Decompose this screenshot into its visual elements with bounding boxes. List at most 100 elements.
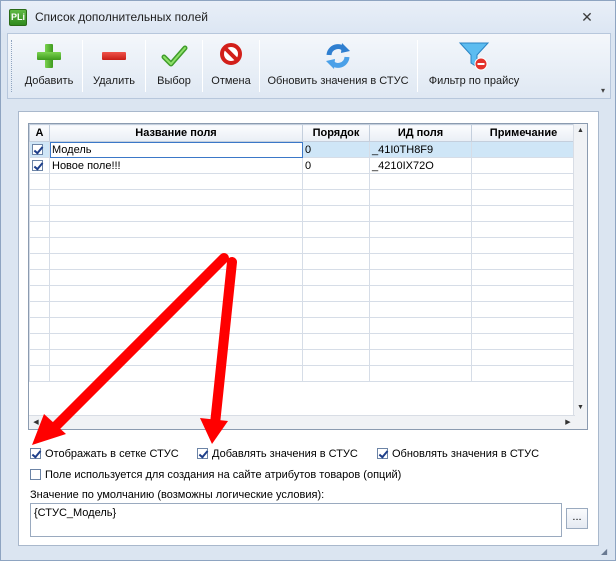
table-row[interactable] — [29, 317, 576, 334]
cell-order[interactable] — [302, 173, 370, 190]
cell-active[interactable] — [29, 269, 50, 286]
row-active-checkbox[interactable] — [32, 160, 43, 172]
cell-active[interactable] — [29, 365, 50, 382]
cell-name[interactable] — [49, 285, 303, 302]
update-values-checkbox[interactable] — [377, 448, 388, 459]
cell-id[interactable]: _4210IX72O — [369, 157, 472, 174]
cell-active[interactable] — [29, 189, 50, 206]
cell-active[interactable] — [29, 333, 50, 350]
cell-name[interactable] — [49, 205, 303, 222]
cell-id[interactable] — [369, 365, 472, 382]
cell-active[interactable] — [29, 221, 50, 238]
scroll-left-icon[interactable]: ◀ — [29, 416, 43, 429]
cell-note[interactable] — [471, 173, 576, 190]
cell-id[interactable] — [369, 221, 472, 238]
cell-note[interactable] — [471, 221, 576, 238]
cell-order[interactable] — [302, 349, 370, 366]
cell-id[interactable] — [369, 269, 472, 286]
fields-grid[interactable]: А Название поля Порядок ИД поля Примечан… — [28, 123, 588, 430]
cell-name[interactable] — [49, 269, 303, 286]
cell-id[interactable] — [369, 237, 472, 254]
select-button[interactable]: Выбор — [149, 36, 199, 96]
refresh-stus-button[interactable]: Обновить значения в СТУС — [263, 36, 413, 96]
table-row[interactable] — [29, 237, 576, 254]
cell-active[interactable] — [29, 349, 50, 366]
cell-active[interactable] — [29, 205, 50, 222]
cell-note[interactable] — [471, 285, 576, 302]
cell-note[interactable] — [471, 189, 576, 206]
cell-id[interactable] — [369, 173, 472, 190]
show-in-grid-option[interactable]: Отображать в сетке СТУС — [30, 448, 179, 460]
close-button[interactable]: ✕ — [577, 7, 597, 27]
cell-note[interactable] — [471, 301, 576, 318]
scroll-down-icon[interactable]: ▼ — [574, 401, 587, 415]
cell-order[interactable]: 0 — [302, 157, 370, 174]
table-row[interactable] — [29, 269, 576, 286]
table-row[interactable] — [29, 173, 576, 190]
cell-name[interactable] — [49, 301, 303, 318]
cell-name[interactable] — [49, 221, 303, 238]
column-header-active[interactable]: А — [29, 124, 50, 142]
cell-id[interactable] — [369, 285, 472, 302]
cell-name[interactable] — [49, 173, 303, 190]
table-row[interactable] — [29, 253, 576, 270]
resize-grip-icon[interactable]: ◢ — [601, 547, 611, 557]
vertical-scrollbar[interactable]: ▲ ▼ — [573, 124, 587, 429]
table-row[interactable] — [29, 285, 576, 302]
cell-active[interactable] — [29, 173, 50, 190]
cell-active[interactable] — [29, 301, 50, 318]
cell-id[interactable] — [369, 301, 472, 318]
cell-id[interactable]: _41I0TH8F9 — [369, 141, 472, 158]
cell-active[interactable] — [29, 253, 50, 270]
cell-order[interactable] — [302, 269, 370, 286]
table-row[interactable] — [29, 349, 576, 366]
cell-active[interactable] — [29, 157, 50, 174]
table-row[interactable] — [29, 221, 576, 238]
table-row[interactable] — [29, 333, 576, 350]
cell-note[interactable] — [471, 317, 576, 334]
column-header-note[interactable]: Примечание — [471, 124, 576, 142]
cell-order[interactable]: 0 — [302, 141, 370, 158]
cell-name[interactable]: Новое поле!!! — [49, 157, 303, 174]
cell-name[interactable] — [49, 317, 303, 334]
scroll-up-icon[interactable]: ▲ — [574, 124, 587, 138]
cell-name[interactable] — [49, 349, 303, 366]
cell-active[interactable] — [29, 141, 50, 158]
table-row[interactable] — [29, 301, 576, 318]
cancel-button[interactable]: Отмена — [206, 36, 256, 96]
cell-id[interactable] — [369, 333, 472, 350]
cell-order[interactable] — [302, 285, 370, 302]
cell-order[interactable] — [302, 237, 370, 254]
scroll-right-icon[interactable]: ▶ — [561, 416, 575, 429]
cell-active[interactable] — [29, 285, 50, 302]
browse-button[interactable]: ... — [566, 508, 588, 529]
table-row[interactable] — [29, 365, 576, 382]
delete-button[interactable]: Удалить — [86, 36, 142, 96]
toolbar-overflow-icon[interactable]: ▾ — [598, 86, 608, 96]
table-row[interactable]: Модель 0 _41I0TH8F9 — [29, 141, 576, 158]
cell-active[interactable] — [29, 317, 50, 334]
column-header-order[interactable]: Порядок — [302, 124, 370, 142]
add-values-option[interactable]: Добавлять значения в СТУС — [197, 448, 358, 460]
table-row[interactable]: Новое поле!!! 0 _4210IX72O — [29, 157, 576, 174]
title-bar[interactable]: PLi Список дополнительных полей ✕ — [1, 1, 615, 33]
horizontal-scrollbar[interactable]: ◀ ▶ — [29, 415, 575, 429]
column-header-name[interactable]: Название поля — [49, 124, 303, 142]
use-for-attributes-checkbox[interactable] — [30, 469, 41, 480]
table-row[interactable] — [29, 205, 576, 222]
cell-order[interactable] — [302, 205, 370, 222]
cell-name[interactable] — [49, 253, 303, 270]
cell-order[interactable] — [302, 189, 370, 206]
cell-note[interactable] — [471, 141, 576, 158]
column-header-id[interactable]: ИД поля — [369, 124, 472, 142]
toolbar-grip[interactable] — [11, 40, 14, 92]
cell-id[interactable] — [369, 317, 472, 334]
add-button[interactable]: Добавить — [20, 36, 78, 96]
cell-note[interactable] — [471, 253, 576, 270]
cell-note[interactable] — [471, 157, 576, 174]
cell-order[interactable] — [302, 365, 370, 382]
use-for-attributes-option[interactable]: Поле используется для создания на сайте … — [30, 469, 401, 481]
price-filter-button[interactable]: Фильтр по прайсу — [421, 36, 527, 96]
cell-id[interactable] — [369, 349, 472, 366]
cell-note[interactable] — [471, 269, 576, 286]
